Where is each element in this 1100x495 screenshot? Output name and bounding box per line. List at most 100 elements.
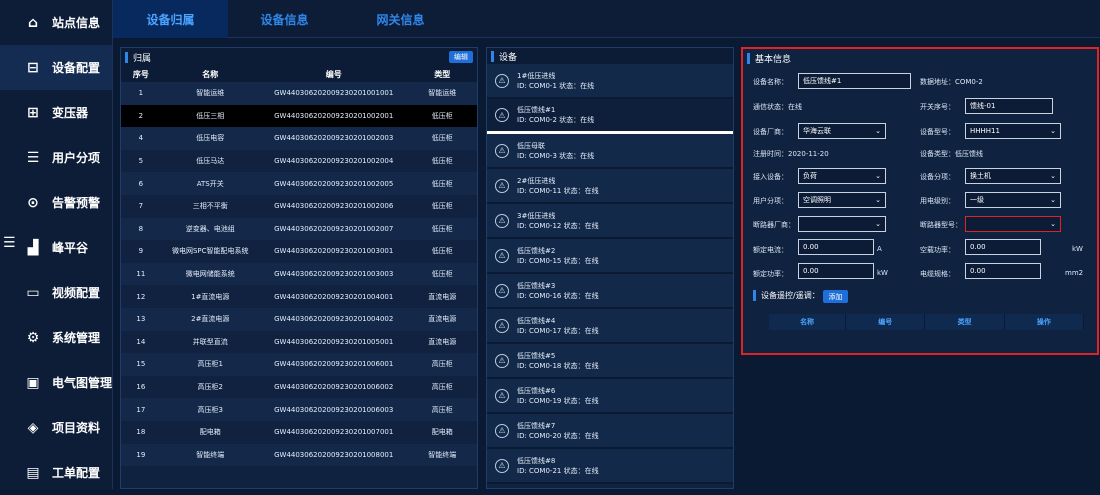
- sidebar-item-1[interactable]: ⊟ 设备配置: [0, 45, 112, 90]
- sidebar-item-2[interactable]: ⊞ 变压器: [0, 90, 112, 135]
- device-item[interactable]: ⚠ 3#低压进线 ID: COM0-12 状态：在线: [487, 204, 733, 239]
- device-status-icon: ⚠: [495, 423, 509, 438]
- device-status: ID: COM0-16 状态：在线: [517, 291, 599, 300]
- device-text: 低压馈线#1 ID: COM0-2 状态：在线: [517, 105, 594, 125]
- table-cell: ATS开关: [160, 172, 260, 195]
- device-text: 低压馈线#8 ID: COM0-21 状态：在线: [517, 456, 599, 476]
- alarm-icon: ⊙: [27, 194, 39, 211]
- device-item[interactable]: ⚠ 低压馈线#3 ID: COM0-16 状态：在线: [487, 274, 733, 309]
- device-status: ID: COM0-1 状态：在线: [517, 81, 595, 90]
- sidebar: ⌂ 站点信息 ⊟ 设备配置 ⊞ 变压器 ☰ 用户分项 ⊙ 告警预警 ▟ 峰平谷 ▭ 视频配置 ⚙ 系统管理 ▣ 电…: [0, 0, 113, 489]
- device-item[interactable]: ⚠ 低压馈线#7 ID: COM0-20 状态：在线: [487, 414, 733, 449]
- table-cell: 低压柜: [407, 194, 477, 218]
- table-cell: GW440306202009230201006002: [259, 375, 408, 399]
- device-name: 1#低压进线: [517, 71, 556, 80]
- table-cell: GW440306202009230201002007: [259, 217, 408, 241]
- tab-device-info[interactable]: 设备信息: [227, 0, 342, 38]
- device-status: ID: COM0-3 状态：在线: [517, 151, 595, 160]
- belong-title: 归属: [121, 48, 477, 66]
- table-row[interactable]: 15 高压柜1 GW440306202009230201006001 高压柜: [121, 353, 477, 376]
- sidebar-item-label: 变压器: [52, 106, 89, 120]
- column-header: 类型: [407, 66, 477, 82]
- device-item[interactable]: ⚠ 低压馈线#4 ID: COM0-17 状态：在线: [487, 309, 733, 344]
- table-row[interactable]: 2 低压三相 GW440306202009230201002001 低压柜: [121, 104, 477, 128]
- belong-panel: 归属 编辑 序号 名称 编号 类型 1 智能运维 GW440306202009230201…: [120, 47, 478, 489]
- table-row[interactable]: 17 高压柜3 GW440306202009230201006003 高压柜: [121, 398, 477, 421]
- table-cell: GW440306202009230201002005: [259, 172, 408, 195]
- sidebar-item-10[interactable]: ▤ 工单配置: [0, 450, 112, 495]
- table-row[interactable]: 16 高压柜2 GW440306202009230201006002 高压柜: [121, 375, 477, 399]
- table-cell: 9: [121, 240, 161, 263]
- table-row[interactable]: 11 微电网储能系统 GW440306202009230201003003 低压柜: [121, 262, 477, 286]
- device-text: 低压母联 ID: COM0-3 状态：在线: [517, 141, 594, 161]
- sidebar-item-9[interactable]: ◈ 项目资料: [0, 405, 112, 450]
- device-item[interactable]: ⚠ 低压母联 ID: COM0-3 状态：在线: [487, 134, 733, 169]
- table-row[interactable]: 9 微电网SPC智能配电系统 GW440306202009230201003001 低…: [121, 240, 477, 263]
- edit-button[interactable]: 编辑: [449, 51, 473, 63]
- highlight-box: [741, 47, 1099, 355]
- sidebar-item-label: 项目资料: [52, 421, 101, 435]
- table-cell: 高压柜: [407, 353, 477, 376]
- table-cell: 并联型直流: [160, 330, 260, 354]
- device-name: 低压馈线#4: [517, 316, 556, 325]
- table-cell: 高压柜: [407, 375, 477, 399]
- table-row[interactable]: 12 1#直流电源 GW440306202009230201004001 直流电源: [121, 285, 477, 308]
- device-status-icon: ⚠: [495, 108, 509, 122]
- device-item[interactable]: ⚠ 低压馈线#6 ID: COM0-19 状态：在线: [487, 379, 733, 414]
- table-cell: 低压马达: [160, 149, 260, 173]
- table-cell: 1: [121, 82, 161, 105]
- device-status-icon: ⚠: [495, 283, 509, 298]
- table-cell: 智能运维: [407, 82, 477, 105]
- device-name: 3#低压进线: [517, 211, 556, 220]
- device-name: 低压馈线#2: [517, 246, 556, 255]
- device-text: 低压馈线#3 ID: COM0-16 状态：在线: [517, 281, 599, 301]
- menu-collapse-icon[interactable]: ☰: [3, 235, 16, 251]
- device-item[interactable]: ⚠ 低压馈线#8 ID: COM0-21 状态：在线: [487, 449, 733, 484]
- sidebar-item-label: 告警预警: [52, 196, 101, 210]
- sidebar-item-3[interactable]: ☰ 用户分项: [0, 135, 112, 180]
- table-cell: GW440306202009230201003003: [259, 262, 408, 286]
- table-cell: 4: [121, 127, 161, 150]
- sidebar-item-8[interactable]: ▣ 电气图管理: [0, 360, 112, 405]
- device-status: ID: COM0-21 状态：在线: [517, 466, 599, 475]
- table-cell: 高压柜3: [160, 398, 260, 421]
- video-icon: ▭: [26, 284, 40, 301]
- table-row[interactable]: 1 智能运维 GW440306202009230201001001 智能运维: [121, 82, 477, 105]
- table-cell: GW440306202009230201006001: [259, 353, 408, 376]
- sidebar-item-5[interactable]: ▟ 峰平谷: [0, 225, 112, 270]
- table-cell: 17: [121, 398, 161, 421]
- device-item[interactable]: ⚠ 低压馈线#5 ID: COM0-18 状态：在线: [487, 344, 733, 379]
- device-item[interactable]: ⚠ 低压馈线#2 ID: COM0-15 状态：在线: [487, 239, 733, 274]
- table-row[interactable]: 18 配电箱 GW440306202009230201007001 配电箱: [121, 420, 477, 444]
- table-cell: 微电网SPC智能配电系统: [160, 240, 260, 263]
- table-row[interactable]: 5 低压马达 GW440306202009230201002004 低压柜: [121, 149, 477, 173]
- table-row[interactable]: 14 并联型直流 GW440306202009230201005001 直流电源: [121, 330, 477, 354]
- tab-device-belong[interactable]: 设备归属: [113, 0, 228, 38]
- table-cell: 低压柜: [407, 149, 477, 173]
- device-status-icon: ⚠: [495, 178, 509, 193]
- device-item[interactable]: ⚠ 2#低压进线 ID: COM0-11 状态：在线: [487, 169, 733, 204]
- device-item[interactable]: ⚠ 1#低压进线 ID: COM0-1 状态：在线: [487, 64, 733, 99]
- device-item[interactable]: ⚠ 低压馈线#1 ID: COM0-2 状态：在线: [487, 99, 733, 134]
- sidebar-item-7[interactable]: ⚙ 系统管理: [0, 315, 112, 360]
- sidebar-item-0[interactable]: ⌂ 站点信息: [0, 0, 112, 45]
- sidebar-item-4[interactable]: ⊙ 告警预警: [0, 180, 112, 225]
- table-row[interactable]: 6 ATS开关 GW440306202009230201002005 低压柜: [121, 172, 477, 195]
- table-cell: 高压柜2: [160, 375, 260, 399]
- table-row[interactable]: 7 三相不平衡 GW440306202009230201002006 低压柜: [121, 194, 477, 218]
- device-name: 低压馈线#3: [517, 281, 556, 290]
- table-cell: GW440306202009230201002004: [259, 149, 408, 173]
- table-row[interactable]: 8 逆变器、电池组 GW440306202009230201002007 低压柜: [121, 217, 477, 241]
- sidebar-item-6[interactable]: ▭ 视频配置: [0, 270, 112, 315]
- device-name: 低压馈线#6: [517, 386, 556, 395]
- tab-gateway-info[interactable]: 网关信息: [343, 0, 458, 38]
- device-name: 低压馈线#1: [517, 106, 556, 114]
- belong-table: 序号 名称 编号 类型 1 智能运维 GW440306202009230201001001…: [121, 66, 477, 467]
- device-icon: ⊟: [27, 59, 39, 76]
- device-status-icon: ⚠: [495, 458, 509, 473]
- settings-icon: ⚙: [26, 329, 40, 346]
- table-row[interactable]: 13 2#直流电源 GW440306202009230201004002 直流电源: [121, 307, 477, 331]
- table-row[interactable]: 4 低压电容 GW440306202009230201002003 低压柜: [121, 127, 477, 150]
- table-cell: 低压柜: [407, 127, 477, 150]
- table-row[interactable]: 19 智能终端 GW440306202009230201008001 智能终端: [121, 443, 477, 467]
